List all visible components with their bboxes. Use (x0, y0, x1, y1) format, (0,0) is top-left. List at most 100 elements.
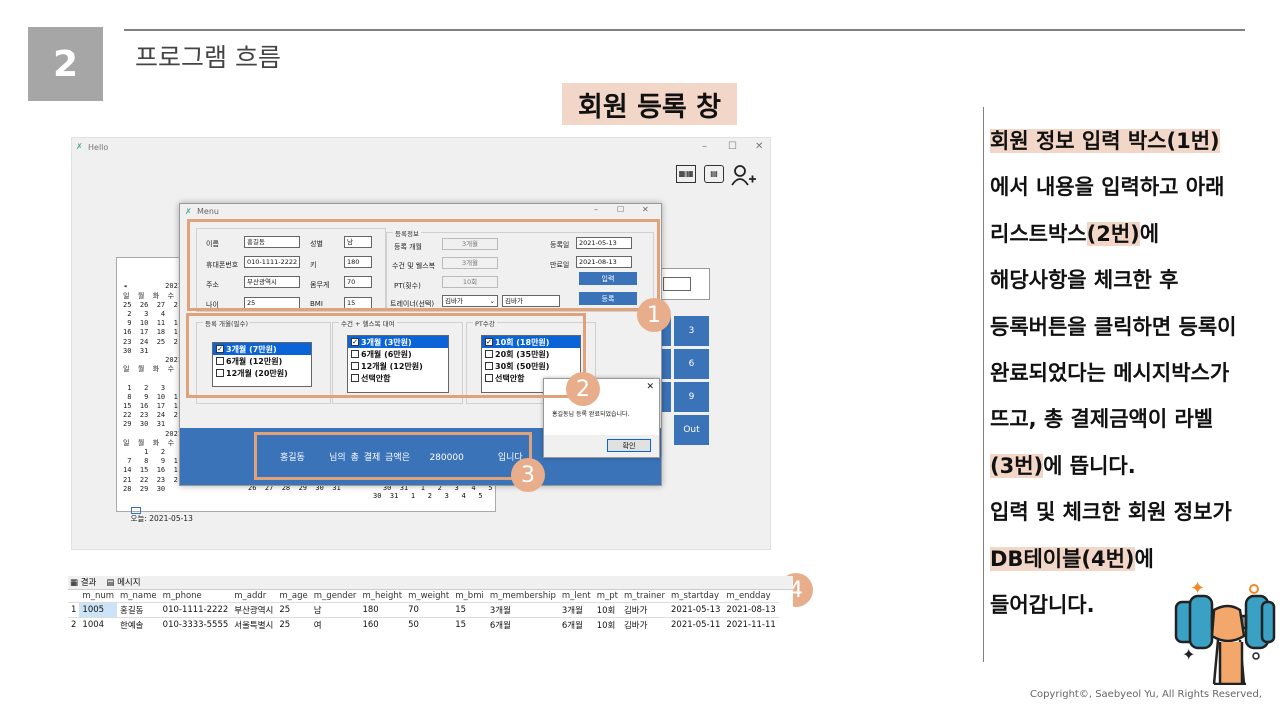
table-cell[interactable]: 홍길동 (117, 602, 160, 618)
key-6[interactable]: 6 (674, 349, 709, 379)
table-cell[interactable]: 2021-08-13 (723, 602, 779, 618)
tab-messages-label: 메시지 (117, 578, 141, 588)
table-cell[interactable]: 10회 (593, 617, 621, 632)
calendar-icon[interactable]: ▤ (704, 165, 724, 183)
table-cell[interactable]: 010-1111-2222 (159, 602, 232, 618)
table-cell[interactable]: 2021-05-11 (668, 617, 724, 632)
table-cell[interactable]: 1 (68, 602, 80, 618)
column-header[interactable]: m_membership (487, 590, 559, 603)
table-cell[interactable]: 남 (310, 602, 360, 618)
table-cell[interactable]: 180 (359, 602, 406, 618)
calendar-today[interactable]: 오늘: 2021-05-13 (121, 496, 193, 533)
screen-title: 회원 등록 창 (562, 83, 737, 125)
db-tabs: ▦ 결과 ▤ 메시지 (68, 576, 793, 590)
app-icon: ✗ (76, 142, 83, 151)
table-cell[interactable]: 1004 (79, 617, 118, 632)
calculator-icon[interactable]: ▦▦ (676, 165, 696, 183)
desc-line: 에 (1134, 546, 1154, 571)
table-cell[interactable]: 15 (452, 602, 487, 618)
table-cell[interactable]: 6개월 (558, 617, 594, 632)
key-9[interactable]: 9 (674, 382, 709, 412)
column-header[interactable]: m_pt (594, 590, 621, 603)
column-header[interactable]: m_height (359, 590, 405, 603)
svg-text:✦: ✦ (1182, 645, 1195, 664)
message-text: 홍길동님 등록 완료되었습니다. (552, 411, 630, 418)
table-cell[interactable]: 50 (405, 617, 453, 632)
minimize-button[interactable]: – (594, 205, 598, 214)
add-user-icon[interactable] (730, 163, 756, 187)
tab-messages[interactable]: ▤ 메시지 (106, 576, 140, 589)
column-header[interactable]: m_endday (723, 590, 778, 603)
desc-line: 해당사항을 체크한 후 (990, 268, 1179, 293)
column-header[interactable]: m_gender (311, 590, 360, 603)
desc-line: 에서 내용을 입력하고 아래 (990, 175, 1225, 200)
table-cell[interactable]: 2021-11-11 (723, 617, 779, 632)
copyright: Copyright©, Saebyeol Yu, All Rights Rese… (1029, 689, 1262, 700)
table-cell[interactable]: 한예솔 (117, 617, 160, 632)
table-cell[interactable]: 김바가 (620, 617, 669, 632)
table-cell[interactable]: 3개월 (558, 602, 594, 618)
message-close-button[interactable]: ✕ (646, 382, 654, 392)
description: 회원 정보 입력 박스(1번) 에서 내용을 입력하고 아래 리스트박스(2번)… (990, 118, 1275, 628)
table-row[interactable]: 2 1004 한예솔 010-3333-5555 서울특별시 25 여 160 50 15 6개월 6… (68, 617, 779, 632)
table-cell[interactable]: 부산광역시 (231, 602, 277, 618)
table-cell[interactable]: 2 (68, 617, 80, 632)
close-button[interactable]: ✕ (755, 141, 763, 152)
desc-line: 뜨고, 총 결제금액이 라벨 (990, 407, 1214, 432)
window-title: Hello (88, 143, 109, 152)
grid-icon: ▦ (70, 578, 79, 588)
table-cell[interactable]: 여 (310, 617, 360, 632)
slide-number: 2 (28, 27, 103, 101)
table-cell[interactable]: 3개월 (486, 602, 559, 618)
dumbbell-icon: ✦ ✦ (1174, 580, 1276, 685)
maximize-button[interactable]: ☐ (728, 141, 737, 152)
column-header[interactable]: m_startday (668, 590, 723, 603)
vertical-divider (983, 107, 984, 662)
table-cell[interactable]: 010-3333-5555 (159, 617, 232, 632)
column-header[interactable]: m_num (79, 590, 117, 603)
table-cell[interactable]: 10회 (593, 602, 621, 618)
tab-results-label: 결과 (80, 578, 97, 588)
ok-button[interactable]: 확인 (607, 439, 651, 452)
marker-1: 1 (637, 298, 671, 332)
desc-line: 입력 및 체크한 회원 정보가 (990, 500, 1232, 525)
desc-line: 리스트박스 (990, 221, 1087, 246)
column-header[interactable]: m_age (276, 590, 310, 603)
column-header[interactable] (68, 590, 79, 603)
table-cell[interactable]: 25 (276, 602, 311, 618)
table-cell[interactable]: 70 (405, 602, 453, 618)
maximize-button[interactable]: ☐ (617, 205, 624, 214)
desc-line: 에 뜹니다. (1043, 453, 1136, 478)
table-cell[interactable]: 25 (276, 617, 311, 632)
table-cell[interactable]: 김바가 (620, 602, 669, 618)
table-cell[interactable]: 160 (359, 617, 406, 632)
key-3[interactable]: 3 (674, 316, 709, 346)
column-header[interactable]: m_bmi (452, 590, 487, 603)
table-cell[interactable]: 15 (452, 617, 487, 632)
table-cell[interactable]: 2021-05-13 (668, 602, 724, 618)
table-row[interactable]: 1 1005 홍길동 010-1111-2222 부산광역시 25 남 180 70 15 3개월 3… (68, 602, 779, 618)
db-results: ▦ 결과 ▤ 메시지 m_num m_name m_phone m_addr m_age… (68, 576, 793, 652)
column-header[interactable]: m_phone (160, 590, 232, 603)
column-header[interactable]: m_trainer (621, 590, 668, 603)
column-header[interactable]: m_addr (231, 590, 276, 603)
desc-highlight: (3번) (990, 453, 1044, 478)
desc-line: 에 (1139, 221, 1160, 246)
today-label: 오늘: 2021-05-13 (130, 514, 193, 524)
table-cell[interactable]: 6개월 (486, 617, 559, 632)
db-table: m_num m_name m_phone m_addr m_age m_gender m_h… (68, 590, 779, 632)
desc-line: 완료되었다는 메시지박스가 (990, 361, 1230, 386)
message-icon: ▤ (106, 578, 115, 588)
close-button[interactable]: ✕ (642, 205, 649, 214)
column-header[interactable]: m_lent (559, 590, 594, 603)
section-title: 프로그램 흐름 (135, 43, 281, 72)
table-cell[interactable]: 1005 (79, 602, 118, 618)
side-textbox[interactable] (663, 277, 691, 291)
tab-results[interactable]: ▦ 결과 (70, 576, 96, 589)
table-cell[interactable]: 서울특별시 (231, 617, 277, 632)
column-header[interactable]: m_weight (405, 590, 452, 603)
column-header[interactable]: m_name (117, 590, 160, 603)
key-out[interactable]: Out (674, 415, 709, 445)
app-icon: ✗ (185, 207, 192, 216)
minimize-button[interactable]: – (702, 141, 707, 152)
